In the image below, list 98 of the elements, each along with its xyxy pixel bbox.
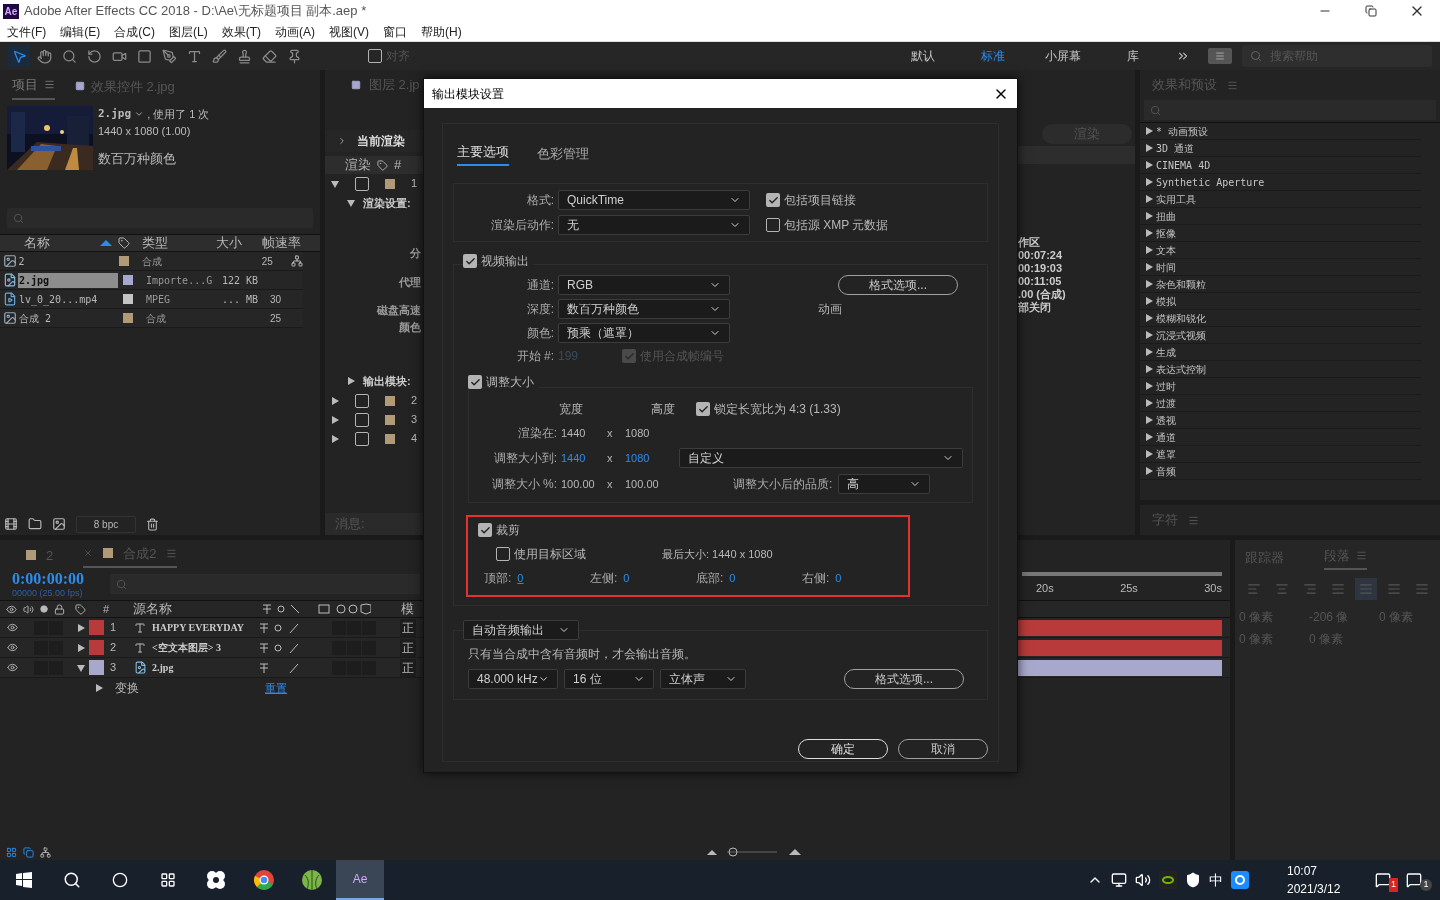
size-cell-text: 122 KB — [222, 273, 260, 288]
fps-cell-text: 30 — [270, 292, 283, 307]
codec-name: 动画 — [818, 301, 842, 318]
column-header: 类型 — [141, 234, 169, 253]
frame-count: 00000 (25.00 fps) — [12, 588, 84, 598]
input-method-indicator: 中 — [1209, 870, 1223, 890]
clock-date: 2021/3/12 — [1287, 881, 1342, 898]
column-header: 源名称 — [133, 600, 173, 619]
item-number: 4 — [411, 431, 418, 447]
times-sign: x — [607, 476, 614, 492]
section-title: 当前渲染 — [357, 133, 405, 150]
field-label: 顶部: — [484, 570, 512, 587]
field-label: 调整大小 %: — [490, 476, 557, 493]
layer-name: HAPPY EVERYDAY — [152, 621, 245, 635]
settings-label: 颜色 — [399, 319, 421, 335]
field-label: 渲染在: — [516, 425, 557, 442]
file-name: lv_0_20...mp4 — [18, 292, 99, 307]
height-value: 1080 — [625, 425, 651, 441]
final-size-text: 最后大小: 1440 x 1080 — [662, 546, 773, 562]
dimensions-text: 1440 x 1080 (1.00) — [98, 123, 192, 139]
layer-name: <空文本图层> 3 — [152, 641, 222, 655]
timecode: 0:00:00:00 — [12, 570, 85, 587]
column-header: 渲染 — [345, 156, 371, 175]
notification-count: 1 — [1420, 879, 1432, 891]
field-label: 开始 #: — [515, 348, 554, 365]
settings-label: 分 — [410, 246, 421, 261]
fps-cell-text: 25 — [270, 311, 283, 326]
blend-mode-cell: 正 — [400, 618, 416, 637]
item-number: 3 — [411, 412, 418, 428]
times-sign: x — [607, 450, 614, 466]
layer-number: 1 — [110, 620, 118, 636]
item-number: 2 — [411, 393, 418, 409]
render-info-text: 00:11:05 — [1018, 275, 1063, 288]
column-header: 模 — [401, 600, 414, 619]
ruler-tick-label: 25s — [1120, 580, 1138, 596]
settings-label: 渲染设置: — [363, 195, 411, 211]
field-label: 格式: — [525, 192, 554, 209]
window-title: Adobe After Effects CC 2018 - D:\Ae\无标题项目 副本.aep * — [24, 2, 367, 21]
item-number: 1 — [411, 176, 418, 192]
field-label: 底部: — [696, 570, 724, 587]
width-value: 100.00 — [561, 476, 596, 492]
times-sign: x — [607, 425, 614, 441]
type-cell-text: 合成 — [146, 311, 167, 326]
file-name: 2.jpg — [18, 272, 118, 288]
render-info-text: 00:07:24 — [1018, 249, 1064, 262]
render-info-text: 00:19:03 — [1018, 262, 1064, 275]
column-header: 大小 — [216, 234, 243, 253]
field-label: 深度: — [525, 301, 554, 318]
notification-badge: 1 — [1389, 878, 1398, 892]
file-name: 2 — [17, 254, 26, 269]
settings-label: 磁盘高速 — [377, 303, 421, 318]
column-header: 高度 — [651, 401, 676, 418]
type-cell-text: MPEG — [146, 292, 172, 307]
color-depth-text: 数百万种颜色 — [98, 150, 177, 168]
field-label: 调整大小后的品质: — [733, 476, 833, 493]
field-label: 右侧: — [802, 570, 830, 587]
type-cell-text: 合成 — [142, 254, 164, 269]
layer-number: 3 — [110, 660, 118, 676]
checkbox-label: 锁定长宽比为 4:3 (1.33) — [714, 401, 841, 418]
field-label: 颜色: — [525, 325, 554, 342]
column-header: 宽度 — [559, 401, 584, 418]
ruler-tick-label: 20s — [1036, 580, 1054, 596]
field-label: 通道: — [525, 277, 554, 294]
section-label: 调整大小 — [486, 373, 538, 391]
type-cell-text: Importe...G — [146, 273, 214, 288]
clock-time: 10:07 — [1287, 863, 1318, 880]
checkbox-label: 使用目标区域 — [514, 546, 587, 563]
file-name: 合成 2 — [18, 311, 53, 326]
column-header: 名称 — [23, 234, 51, 253]
field-label: 左侧: — [590, 570, 618, 587]
render-info-text: .00 (合成) — [1018, 288, 1067, 301]
field-label: 渲染后动作: — [489, 217, 554, 234]
width-value: 1440 — [561, 425, 587, 441]
usage-text: , 使用了 1 次 — [147, 107, 210, 122]
file-name: 2.jpg — [98, 106, 132, 122]
settings-label: 输出模块: — [363, 373, 411, 389]
column-header: 帧速率 — [262, 234, 301, 253]
height-value: 100.00 — [625, 476, 660, 492]
blend-mode-cell: 正 — [400, 658, 416, 677]
render-info-text: 部关闭 — [1018, 301, 1052, 314]
checkbox-label: 包括项目链接 — [784, 192, 856, 209]
section-label: 视频输出 — [481, 252, 533, 270]
property-group: 变换 — [115, 679, 265, 697]
layer-number: 2 — [110, 640, 118, 656]
column-header: # — [394, 156, 402, 175]
dialog-title: 输出模块设置 — [432, 85, 504, 103]
checkbox-label: 包括源 XMP 元数据 — [784, 217, 889, 234]
settings-label: 代理 — [399, 274, 421, 290]
blend-mode-cell: 正 — [400, 638, 416, 657]
section-label: 裁剪 — [496, 522, 520, 539]
render-info-text: 作区 — [1018, 236, 1041, 249]
fps-cell-text: 25 — [261, 254, 274, 269]
layer-name: 2.jpg — [152, 661, 175, 675]
field-label: 调整大小到: — [492, 450, 557, 467]
column-header: # — [103, 601, 111, 617]
app-logo: Ae — [3, 3, 19, 19]
size-cell-text: ... MB — [222, 292, 260, 307]
ruler-tick-label: 30s — [1204, 580, 1222, 596]
